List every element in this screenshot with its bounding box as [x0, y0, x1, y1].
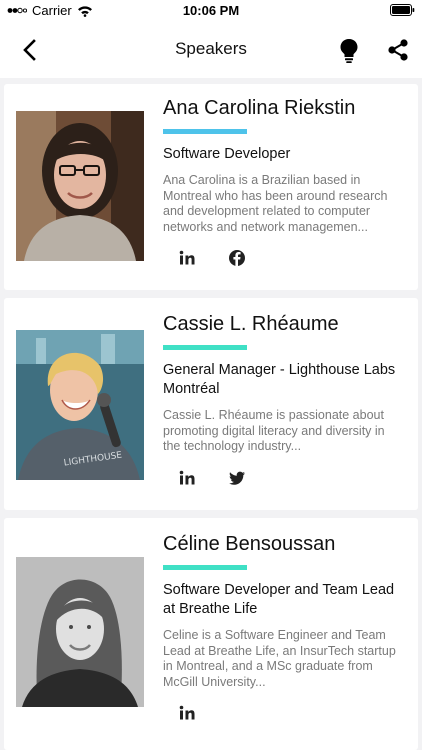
accent-bar — [163, 565, 247, 570]
accent-bar — [163, 129, 247, 134]
speaker-name: Céline Bensoussan — [163, 533, 336, 555]
facebook-icon[interactable] — [227, 248, 247, 268]
speaker-bio: Celine is a Software Engineer and Team L… — [163, 628, 396, 689]
speaker-name: Cassie L. Rhéaume — [163, 313, 339, 335]
linkedin-icon[interactable] — [177, 248, 197, 268]
speaker-bio: Ana Carolina is a Brazilian based in Mon… — [163, 173, 388, 234]
nav-bar: Speakers — [0, 22, 422, 78]
lightbulb-button[interactable] — [336, 36, 362, 64]
speaker-photo: LIGHTHOUSE — [16, 330, 144, 480]
speaker-card[interactable]: Ana Carolina Riekstin Software Developer… — [4, 84, 418, 290]
speaker-role: Software Developer — [163, 146, 291, 162]
speaker-info: Céline Bensoussan Software Developer and… — [163, 532, 404, 723]
speaker-info: Ana Carolina Riekstin Software Developer… — [163, 96, 404, 268]
linkedin-icon[interactable] — [177, 468, 197, 488]
speaker-photo — [16, 111, 144, 261]
speaker-photo — [16, 557, 144, 707]
speaker-role: General Manager - Lighthouse Labs Montré… — [163, 362, 396, 397]
speaker-card[interactable]: LIGHTHOUSE Cassie L. Rhéaume General Man… — [4, 298, 418, 510]
linkedin-icon[interactable] — [177, 703, 197, 723]
speaker-role: Software Developer and Team Lead at Brea… — [163, 582, 395, 617]
social-links — [163, 703, 404, 723]
speaker-card[interactable]: Céline Bensoussan Software Developer and… — [4, 518, 418, 750]
speaker-name: Ana Carolina Riekstin — [163, 97, 356, 119]
share-icon — [388, 39, 408, 61]
social-links — [163, 468, 404, 488]
speaker-bio: Cassie L. Rhéaume is passionate about pr… — [163, 408, 385, 453]
social-links — [163, 248, 404, 268]
status-time: 10:06 PM — [182, 3, 240, 18]
status-bar: Carrier 10:06 PM — [0, 0, 422, 22]
accent-bar — [163, 345, 247, 350]
battery-icon — [390, 4, 415, 19]
lightbulb-icon — [340, 39, 358, 63]
share-button[interactable] — [386, 37, 410, 63]
twitter-icon[interactable] — [227, 468, 247, 488]
speaker-info: Cassie L. Rhéaume General Manager - Ligh… — [163, 312, 404, 488]
